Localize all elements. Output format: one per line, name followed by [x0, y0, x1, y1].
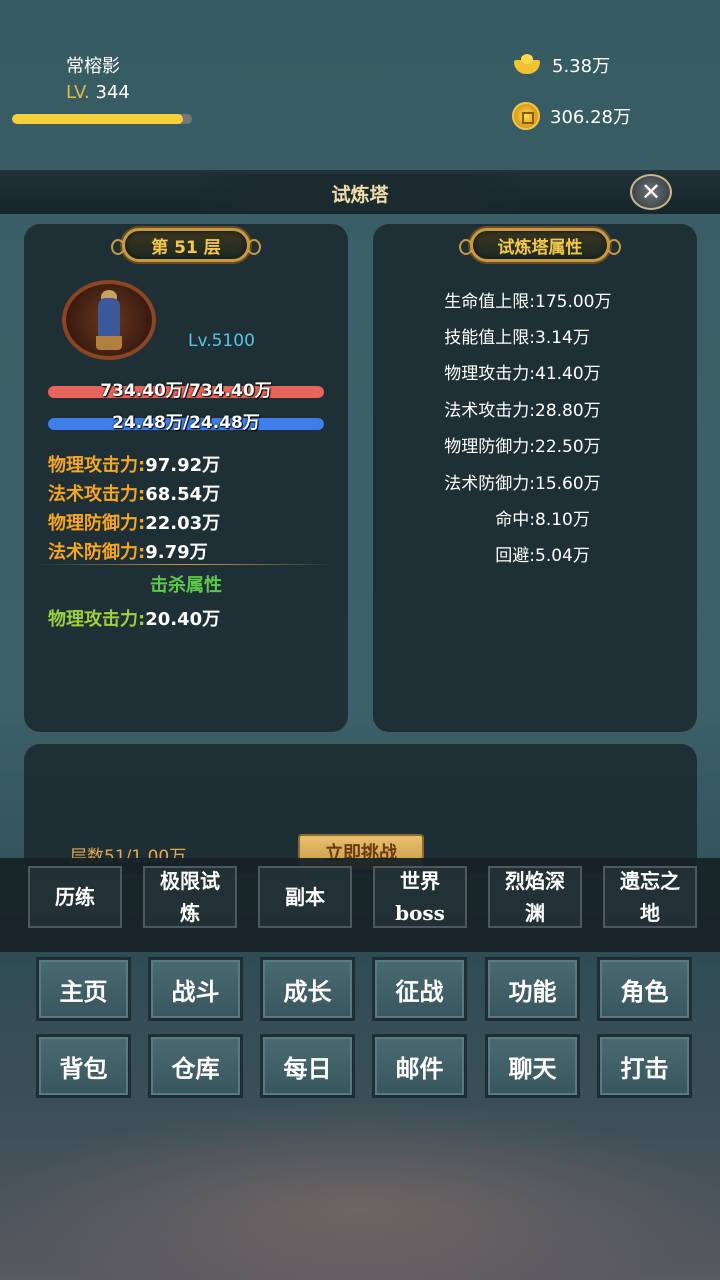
attr-value: 8.10万 [535, 510, 590, 530]
tower-attr-row: 命中: 8.10万 [390, 505, 670, 530]
tower-attr-row: 物理攻击力: 41.40万 [390, 359, 670, 384]
tower-attr-row: 法术攻击力: 28.80万 [390, 396, 670, 421]
tab-training[interactable]: 历练 [28, 866, 122, 928]
monster-avatar [62, 280, 156, 360]
tab-label: 遗忘之地 [620, 869, 680, 925]
monster-level: Lv.5100 [188, 331, 255, 351]
stat-label: 法术防御力: [48, 542, 146, 563]
attr-label: 物理攻击力: [444, 364, 535, 384]
exp-bar [12, 114, 192, 124]
attr-value: 22.50万 [535, 437, 601, 457]
attr-label: 法术防御力: [444, 474, 535, 494]
stat-value: 20.40万 [145, 609, 221, 630]
stat-value: 97.92万 [145, 455, 221, 476]
nav-chat-button[interactable]: 聊天 [485, 1034, 580, 1098]
coin-currency: 306.28万 [512, 102, 631, 130]
tab-limit-trial[interactable]: 极限试炼 [143, 866, 237, 928]
nav-battle-button[interactable]: 战斗 [148, 957, 243, 1021]
attr-value: 28.80万 [535, 401, 601, 421]
close-button[interactable]: ✕ [630, 174, 672, 210]
stat-label: 物理攻击力: [48, 609, 146, 630]
nav-mail-button[interactable]: 邮件 [372, 1034, 467, 1098]
kill-attributes-title: 击杀属性 [150, 575, 222, 596]
monster-stat-row: 法术防御力:9.79万 [48, 538, 208, 564]
tab-label: 烈焰深渊 [505, 869, 565, 925]
tower-attr-row: 生命值上限: 175.00万 [390, 287, 670, 312]
level-tag: LV. [66, 82, 90, 103]
nav-conquest-button[interactable]: 征战 [372, 957, 467, 1021]
nav-warehouse-button[interactable]: 仓库 [148, 1034, 243, 1098]
stat-value: 9.79万 [145, 542, 208, 563]
tab-world-boss[interactable]: 世界 boss [373, 866, 467, 928]
hp-text: 734.40万/734.40万 [100, 381, 272, 401]
tower-attributes-ribbon: 试炼塔属性 [459, 228, 621, 262]
tower-attr-row: 技能值上限: 3.14万 [390, 323, 670, 348]
attr-label: 回避: [495, 546, 535, 566]
exp-bar-fill [12, 114, 183, 124]
floor-ribbon: 第 51 层 [111, 228, 261, 262]
tab-label: 副本 [285, 885, 325, 909]
tab-forgotten-land[interactable]: 遗忘之地 [603, 866, 697, 928]
attr-value: 3.14万 [535, 328, 590, 348]
level-value: 344 [95, 82, 130, 103]
player-level: LV. 344 [66, 82, 130, 103]
ingot-currency: 5.38万 [512, 52, 610, 78]
background-sky [0, 1100, 720, 1280]
tab-label: 极限试炼 [160, 869, 220, 925]
tab-label: 历练 [55, 885, 95, 909]
attr-label: 生命值上限: [444, 292, 535, 312]
attr-label: 物理防御力: [444, 437, 535, 457]
stat-value: 68.54万 [145, 484, 221, 505]
attr-value: 5.04万 [535, 546, 590, 566]
attr-value: 15.60万 [535, 474, 601, 494]
attr-label: 命中: [495, 510, 535, 530]
avatar-legs [96, 336, 122, 350]
tab-flame-abyss[interactable]: 烈焰深渊 [488, 866, 582, 928]
nav-character-button[interactable]: 角色 [597, 957, 692, 1021]
divider [36, 564, 336, 565]
stat-value: 22.03万 [145, 513, 221, 534]
monster-stat-row: 物理攻击力:97.92万 [48, 451, 220, 477]
monster-stat-row: 法术攻击力:68.54万 [48, 480, 220, 506]
attr-label: 法术攻击力: [444, 401, 535, 421]
ingot-amount: 5.38万 [552, 56, 611, 77]
coin-amount: 306.28万 [550, 107, 631, 128]
monster-stat-row: 物理防御力:22.03万 [48, 509, 220, 535]
gold-ingot-icon [512, 54, 542, 76]
tab-label: 世界 boss [395, 869, 445, 925]
nav-bag-button[interactable]: 背包 [36, 1034, 131, 1098]
nav-strike-button[interactable]: 打击 [597, 1034, 692, 1098]
tower-attr-row: 回避: 5.04万 [390, 541, 670, 566]
gold-coin-icon [512, 102, 540, 130]
kill-stat-row: 物理攻击力:20.40万 [48, 605, 220, 631]
stat-label: 物理防御力: [48, 513, 146, 534]
nav-growth-button[interactable]: 成长 [260, 957, 355, 1021]
nav-daily-button[interactable]: 每日 [260, 1034, 355, 1098]
player-name: 常榕影 [66, 56, 120, 77]
mp-text: 24.48万/24.48万 [112, 413, 260, 433]
nav-function-button[interactable]: 功能 [485, 957, 580, 1021]
stat-label: 法术攻击力: [48, 484, 146, 505]
window-title: 试炼塔 [190, 174, 530, 212]
attr-label: 技能值上限: [444, 328, 535, 348]
tower-attr-row: 法术防御力: 15.60万 [390, 469, 670, 494]
close-icon: ✕ [640, 178, 662, 206]
stat-label: 物理攻击力: [48, 455, 146, 476]
tower-attr-row: 物理防御力: 22.50万 [390, 432, 670, 457]
avatar-body [98, 298, 120, 338]
attr-value: 175.00万 [535, 292, 612, 312]
tab-dungeon[interactable]: 副本 [258, 866, 352, 928]
attr-value: 41.40万 [535, 364, 601, 384]
nav-home-button[interactable]: 主页 [36, 957, 131, 1021]
